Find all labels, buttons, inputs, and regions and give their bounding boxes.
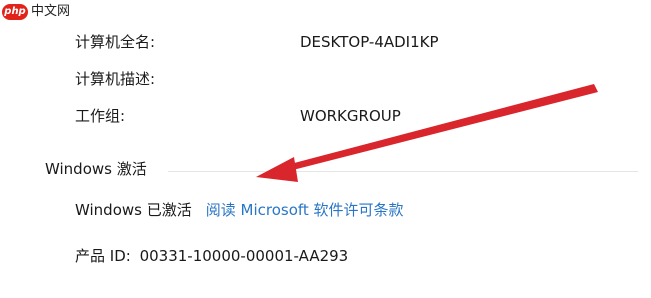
workgroup-value: WORKGROUP <box>300 107 401 125</box>
product-id-label: 产品 ID: <box>75 247 131 265</box>
red-arrow-head <box>256 157 298 182</box>
product-id-value: 00331-10000-00001-AA293 <box>139 247 349 265</box>
license-terms-link[interactable]: 阅读 Microsoft 软件许可条款 <box>206 200 404 220</box>
red-arrow-shaft <box>279 84 598 173</box>
computer-full-name-value: DESKTOP-4ADI1KP <box>300 33 439 51</box>
php-logo-badge: php <box>2 4 28 20</box>
windows-activation-section-title: Windows 激活 <box>45 160 147 178</box>
product-id-row: 产品 ID: 00331-10000-00001-AA293 <box>75 246 348 266</box>
activation-status-text: Windows 已激活 <box>75 201 192 219</box>
watermark-text: 中文网 <box>31 4 71 19</box>
section-divider <box>168 171 638 172</box>
watermark-logo: php 中文网 <box>2 2 70 22</box>
activation-status-row: Windows 已激活 阅读 Microsoft 软件许可条款 <box>75 200 404 220</box>
computer-full-name-label: 计算机全名: <box>75 33 156 51</box>
workgroup-label: 工作组: <box>75 107 126 125</box>
computer-description-label: 计算机描述: <box>75 70 156 88</box>
